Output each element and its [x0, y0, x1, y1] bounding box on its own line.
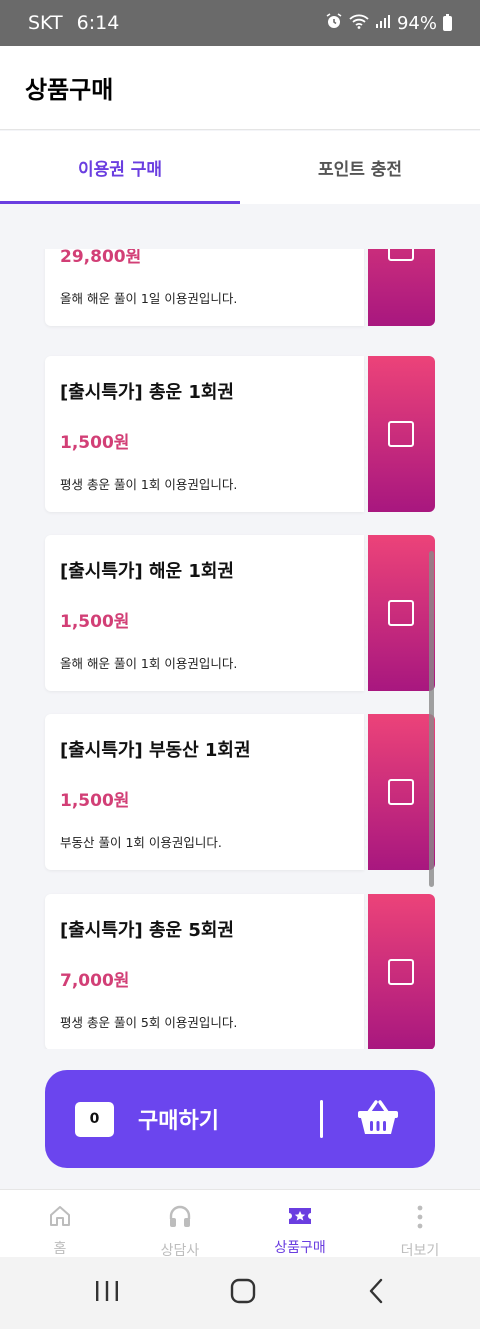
page-title: 상품구매 — [25, 76, 114, 104]
product-select-stub[interactable] — [364, 535, 435, 691]
product-checkbox[interactable] — [388, 249, 415, 261]
nav-home[interactable]: 홈 — [0, 1190, 120, 1257]
nav-label: 홈 — [53, 1241, 67, 1257]
product-price: 1,500원 — [60, 791, 130, 811]
product-select-stub[interactable] — [364, 714, 435, 870]
nav-counselor[interactable]: 상담사 — [120, 1190, 240, 1259]
product-select-stub[interactable] — [364, 249, 435, 326]
battery-percent: 94% — [396, 12, 437, 34]
product-card[interactable]: [출시특가] 해운 1회권 1,500원 올해 해운 풀이 1회 이용권입니다. — [45, 535, 435, 691]
selected-count-badge: 0 — [75, 1101, 114, 1137]
product-title: [출시특가] 부동산 1회권 — [60, 740, 251, 761]
back-icon[interactable] — [366, 1277, 386, 1309]
nav-product-purchase[interactable]: 상품구매 — [240, 1190, 360, 1257]
product-card[interactable]: [출시특가] 부동산 1회권 1,500원 부동산 풀이 1회 이용권입니다. — [45, 714, 435, 870]
product-card[interactable]: [출시특가] 총운 1회권 1,500원 평생 총운 풀이 1회 이용권입니다. — [45, 356, 435, 512]
tab-bar: 이용권 구매 포인트 충전 — [0, 131, 480, 204]
status-bar: SKT 6:14 94% — [0, 0, 480, 46]
tab-point-charge[interactable]: 포인트 충전 — [240, 131, 480, 204]
product-title: [출시특가] 해운 1회권 — [60, 561, 234, 582]
more-icon — [416, 1204, 424, 1230]
home-button-icon[interactable] — [229, 1277, 257, 1309]
nav-more[interactable]: 더보기 — [360, 1190, 480, 1259]
product-title: [출시특가] 총운 1회권 — [60, 382, 234, 403]
product-checkbox[interactable] — [388, 779, 415, 805]
product-price: 1,500원 — [60, 612, 130, 632]
list-scrollbar[interactable] — [429, 551, 434, 887]
bottom-nav: 홈 상담사 상품구매 더보기 — [0, 1189, 480, 1259]
basket-icon[interactable] — [357, 1100, 399, 1140]
app-header: 상품구매 — [0, 46, 480, 130]
product-price: 7,000원 — [60, 971, 130, 991]
wifi-icon — [349, 13, 369, 34]
status-icons: 94% — [325, 12, 452, 35]
product-card[interactable]: [출시특가] 총운 5회권 7,000원 평생 총운 풀이 5회 이용권입니다. — [45, 894, 435, 1049]
product-card-body: [출시특가] 해운 1회권 1,500원 올해 해운 풀이 1회 이용권입니다. — [45, 535, 364, 691]
product-card-body: [출시특가] 총운 5회권 7,000원 평생 총운 풀이 5회 이용권입니다. — [45, 894, 364, 1049]
headset-icon — [167, 1204, 193, 1230]
product-title: [출시특가] 총운 5회권 — [60, 920, 234, 941]
signal-icon — [375, 13, 391, 34]
product-price: 1,500원 — [60, 433, 130, 453]
product-checkbox[interactable] — [388, 600, 415, 626]
home-icon — [48, 1204, 72, 1228]
product-list[interactable]: 29,800원 올해 해운 풀이 1일 이용권입니다. [출시특가] 총운 1회… — [0, 249, 480, 1049]
nav-label: 상품구매 — [274, 1240, 326, 1256]
product-description: 평생 총운 풀이 5회 이용권입니다. — [60, 1015, 238, 1030]
product-card-body: [출시특가] 부동산 1회권 1,500원 부동산 풀이 1회 이용권입니다. — [45, 714, 364, 870]
product-description: 부동산 풀이 1회 이용권입니다. — [60, 835, 222, 850]
product-checkbox[interactable] — [388, 959, 415, 985]
product-checkbox[interactable] — [388, 421, 415, 447]
product-card[interactable]: 29,800원 올해 해운 풀이 1일 이용권입니다. — [45, 249, 435, 326]
purchase-label: 구매하기 — [138, 1109, 219, 1134]
product-card-body: 29,800원 올해 해운 풀이 1일 이용권입니다. — [45, 249, 364, 326]
product-description: 올해 해운 풀이 1일 이용권입니다. — [60, 291, 238, 306]
purchase-divider — [320, 1100, 323, 1138]
product-card-body: [출시특가] 총운 1회권 1,500원 평생 총운 풀이 1회 이용권입니다. — [45, 356, 364, 512]
alarm-icon — [325, 12, 343, 35]
product-description: 평생 총운 풀이 1회 이용권입니다. — [60, 477, 238, 492]
ticket-star-icon — [287, 1204, 313, 1227]
battery-icon — [443, 13, 452, 31]
product-select-stub[interactable] — [364, 356, 435, 512]
system-nav-bar — [0, 1257, 480, 1329]
purchase-button[interactable]: 0 구매하기 — [45, 1070, 435, 1168]
tab-ticket-purchase[interactable]: 이용권 구매 — [0, 131, 240, 204]
recent-apps-icon[interactable] — [94, 1279, 120, 1307]
product-price: 29,800원 — [60, 249, 142, 267]
status-time: 6:14 — [76, 12, 120, 34]
carrier-label: SKT — [28, 12, 63, 34]
product-description: 올해 해운 풀이 1회 이용권입니다. — [60, 656, 238, 671]
product-select-stub[interactable] — [364, 894, 435, 1049]
